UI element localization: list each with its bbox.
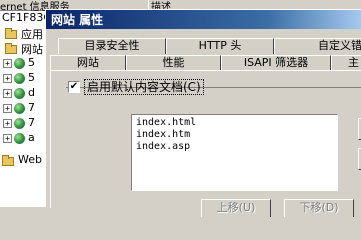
list-item[interactable]: index.htm — [136, 129, 190, 141]
globe-icon — [14, 133, 25, 144]
tree-node-label: 网站 — [21, 43, 43, 55]
move-down-button[interactable]: 下移(D) — [284, 199, 354, 217]
tree-node-label: 5 — [28, 56, 35, 69]
folder-icon — [5, 28, 17, 39]
globe-icon — [14, 58, 25, 69]
tree-node-label: 7 — [28, 101, 35, 114]
tab-directory-security[interactable]: 目录安全性 — [58, 38, 166, 54]
expand-icon[interactable]: + — [3, 74, 12, 83]
globe-icon — [14, 103, 25, 114]
tree-node-label: Web — [18, 153, 42, 166]
enable-default-doc-label[interactable]: 启用默认内容文档(C) — [84, 79, 204, 95]
enable-default-doc-checkbox[interactable]: ✔ — [68, 81, 80, 93]
tab-isapi-filters[interactable]: ISAPI 筛选器 — [221, 55, 331, 71]
expand-icon[interactable]: + — [3, 134, 12, 143]
tree-node-label: d — [28, 86, 35, 99]
expand-icon[interactable]: + — [3, 89, 12, 98]
default-documents-list[interactable]: index.html index.htm index.asp — [131, 114, 338, 191]
expand-icon[interactable]: + — [3, 59, 12, 68]
folder-icon — [5, 43, 17, 54]
website-properties-dialog: 网站 属性 目录安全性 HTTP 头 自定义错 网站 性能 ISAPI 筛选器 … — [45, 9, 361, 217]
tab-custom-errors[interactable]: 自定义错 — [274, 38, 361, 54]
tree-node-label: 7 — [28, 116, 35, 129]
tab-home-directory[interactable]: 主 — [331, 55, 361, 71]
tree-node-label: CF1F83C — [2, 11, 52, 24]
tab-http-headers[interactable]: HTTP 头 — [166, 38, 274, 54]
globe-icon — [14, 73, 25, 84]
list-item[interactable]: index.html — [136, 117, 196, 129]
tree-node-label: 应用 — [21, 28, 43, 40]
tab-performance[interactable]: 性能 — [126, 55, 221, 71]
expand-icon[interactable]: + — [3, 119, 12, 128]
globe-icon — [14, 118, 25, 129]
tree-node-label: 5 — [28, 71, 35, 84]
tab-website[interactable]: 网站 — [50, 55, 126, 71]
folder-icon — [2, 155, 14, 166]
move-up-button[interactable]: 上移(U) — [201, 199, 271, 217]
list-item[interactable]: index.asp — [136, 141, 190, 153]
tree-node-label: a — [28, 131, 35, 144]
dialog-titlebar[interactable]: 网站 属性 — [46, 10, 361, 29]
globe-icon — [14, 88, 25, 99]
expand-icon[interactable]: + — [3, 104, 12, 113]
dialog-title: 网站 属性 — [51, 13, 104, 27]
